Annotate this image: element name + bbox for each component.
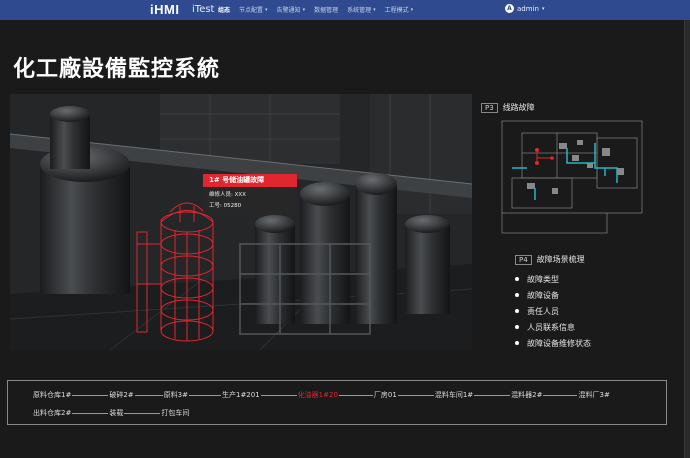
- panel-p3-header: P3 线路故障: [481, 102, 535, 113]
- plant-scene-illustration: [10, 94, 472, 350]
- list-item: 故障设备: [515, 287, 591, 303]
- process-connector: [72, 412, 109, 414]
- process-row-1: 原料仓库1# 破碎2# 原料3# 生产1#201 化油器1#20 厂房01 混料…: [33, 390, 610, 400]
- process-connector: [124, 412, 161, 414]
- process-node[interactable]: 装载: [109, 408, 123, 418]
- nav-item-zutai[interactable]: 组态: [218, 5, 230, 14]
- process-node[interactable]: 原料仓库1#: [33, 390, 71, 400]
- process-connector: [543, 394, 578, 396]
- caret-down-icon: ▾: [265, 6, 268, 13]
- nav-item-data-manage[interactable]: 数据管理: [314, 5, 338, 14]
- process-node[interactable]: 混料厂3#: [578, 390, 609, 400]
- fault-scenario-list: 故障类型 故障设备 责任人员 人员联系信息 故障设备维修状态: [515, 271, 591, 351]
- nav-item-alarm-notify[interactable]: 告警通知 ▾: [277, 5, 306, 15]
- bullet-icon: [515, 341, 519, 345]
- process-row-2: 出料仓库2# 装载 打包车间: [33, 408, 189, 418]
- process-connector: [260, 394, 297, 396]
- user-name: admin: [517, 4, 539, 13]
- red-fault-markers: [535, 148, 554, 165]
- process-node[interactable]: 混料器2#: [511, 390, 542, 400]
- caret-down-icon: ▾: [302, 6, 306, 13]
- panel-p3-tag: P3: [481, 102, 498, 113]
- process-node-alarm[interactable]: 化油器1#20: [298, 390, 338, 400]
- panel-p4-title: 故障场景梳理: [536, 255, 585, 264]
- nav-item-engineering-mode[interactable]: 工程模式 ▾: [385, 5, 414, 15]
- process-connector: [134, 394, 163, 396]
- process-node[interactable]: 厂房01: [374, 390, 397, 400]
- cyan-pipe-lines: [512, 143, 618, 200]
- process-node[interactable]: 原料3#: [164, 390, 188, 400]
- fault-alert-popup[interactable]: 1# 号储油罐故障 维修人员: XXX 工号: 05280: [203, 174, 297, 214]
- process-node[interactable]: 破碎2#: [109, 390, 133, 400]
- list-item: 人员联系信息: [515, 319, 591, 335]
- process-node[interactable]: 出料仓库2#: [33, 408, 71, 418]
- bullet-icon: [515, 293, 519, 297]
- fault-alert-work-no: 工号: 05280: [209, 203, 242, 209]
- process-connector: [188, 394, 221, 396]
- bullet-icon: [515, 309, 519, 313]
- top-navbar: iHMI iTest 组态 节点配置 ▾ 告警通知 ▾ 数据管理 系统管理 ▾ 工程模…: [0, 0, 690, 20]
- app-name[interactable]: iTest: [192, 4, 214, 15]
- bullet-icon: [515, 325, 519, 329]
- panel-p3-title: 线路故障: [502, 103, 535, 112]
- nav-item-system-manage[interactable]: 系统管理 ▾: [347, 5, 376, 15]
- user-avatar-icon: A: [505, 4, 514, 13]
- process-connector: [397, 394, 434, 396]
- user-menu[interactable]: A admin ▾: [505, 4, 544, 13]
- panel-p4-tag: P4: [515, 254, 532, 265]
- panel-p4-header: P4 故障场景梳理: [515, 254, 585, 265]
- plant-3d-scene[interactable]: 1# 号储油罐故障 维修人员: XXX 工号: 05280: [10, 94, 472, 350]
- bullet-icon: [515, 277, 519, 281]
- vertical-scrollbar[interactable]: [684, 20, 690, 458]
- list-item: 故障设备维修状态: [515, 335, 591, 351]
- line-fault-floorplan[interactable]: [497, 118, 647, 238]
- caret-down-icon: ▾: [541, 5, 545, 12]
- page-title: 化工廠設備監控系統: [13, 57, 221, 82]
- brand-logo[interactable]: iHMI: [150, 2, 179, 17]
- process-node[interactable]: 打包车间: [161, 408, 189, 418]
- process-node[interactable]: 生产1#201: [222, 390, 260, 400]
- fault-alert-title: 1# 号储油罐故障: [203, 174, 297, 187]
- caret-down-icon: ▾: [373, 6, 376, 13]
- process-node[interactable]: 混料车间1#: [435, 390, 473, 400]
- fault-alert-operator: 维修人员: XXX: [209, 192, 246, 198]
- process-connector: [474, 394, 511, 396]
- process-flow-box: 原料仓库1# 破碎2# 原料3# 生产1#201 化油器1#20 厂房01 混料…: [7, 380, 667, 425]
- process-connector: [72, 394, 109, 396]
- list-item: 责任人员: [515, 303, 591, 319]
- list-item: 故障类型: [515, 271, 591, 287]
- process-connector: [338, 394, 373, 396]
- nav-item-node-config[interactable]: 节点配置 ▾: [239, 5, 268, 15]
- caret-down-icon: ▾: [410, 6, 414, 13]
- nav-menu: 组态 节点配置 ▾ 告警通知 ▾ 数据管理 系统管理 ▾ 工程模式 ▾: [218, 5, 414, 15]
